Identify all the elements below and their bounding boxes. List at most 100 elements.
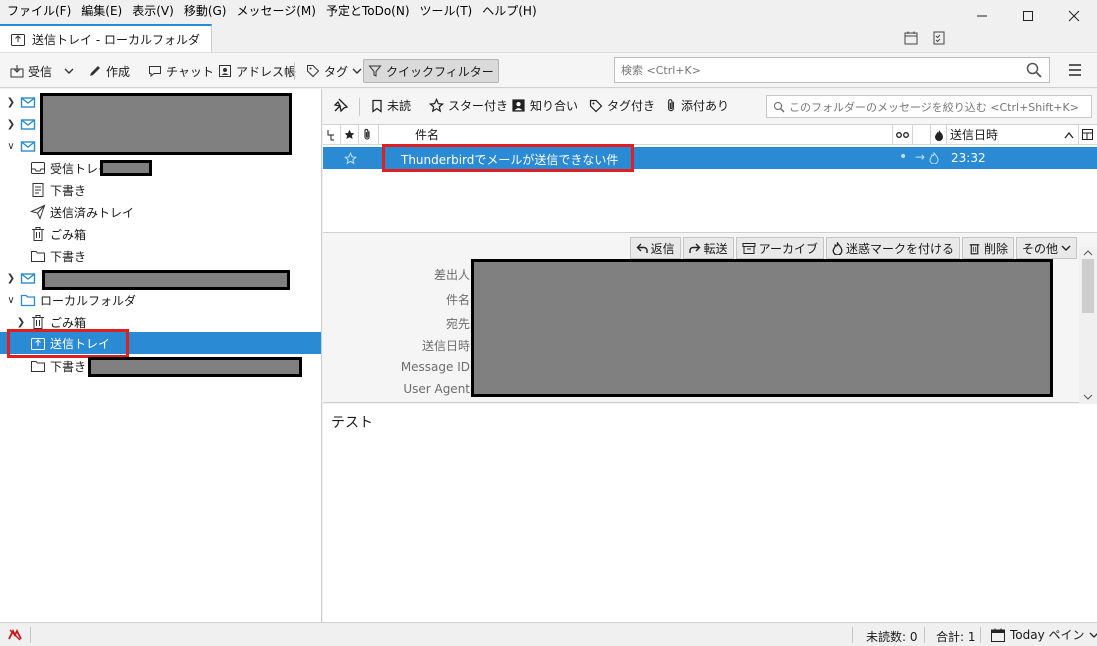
tag-label: タグ bbox=[324, 64, 349, 79]
col-attachment[interactable] bbox=[359, 124, 379, 145]
star-outline-icon[interactable] bbox=[344, 152, 357, 165]
paperclip-icon bbox=[364, 128, 370, 140]
col-star[interactable] bbox=[341, 124, 359, 145]
filter-tags-button[interactable]: タグ付き bbox=[589, 97, 655, 114]
col-read[interactable] bbox=[893, 124, 913, 145]
redaction-block bbox=[471, 259, 1053, 397]
menu-go[interactable]: 移動(G) bbox=[179, 3, 232, 19]
filter-icon bbox=[368, 65, 382, 77]
tab-extra-icons bbox=[903, 30, 947, 46]
outbox-icon bbox=[11, 34, 25, 46]
thread-icon bbox=[327, 129, 334, 140]
menu-edit[interactable]: 編集(E) bbox=[76, 3, 127, 19]
col-subject[interactable]: 件名 bbox=[379, 124, 893, 145]
contact-icon bbox=[512, 99, 525, 112]
col-thread[interactable] bbox=[323, 124, 341, 145]
filter-starred-button[interactable]: スター付き bbox=[429, 97, 508, 114]
quick-filter-button[interactable]: クイックフィルター bbox=[363, 59, 499, 83]
tab-outbox[interactable]: 送信トレイ - ローカルフォルダ bbox=[0, 24, 212, 52]
forward-icon bbox=[688, 243, 701, 253]
trash-icon bbox=[969, 243, 980, 254]
filter-attachments-button[interactable]: 添付あり bbox=[665, 97, 729, 114]
junk-button[interactable]: 迷惑マークを付ける bbox=[825, 237, 960, 259]
message-header: 返信 転送 アーカイブ 迷惑マークを付ける 削除 その他 差出人 件名 宛先 送… bbox=[323, 233, 1097, 403]
folder-local-folders[interactable]: ∨ ローカルフォルダ bbox=[0, 289, 321, 311]
flame-outline-icon[interactable] bbox=[929, 152, 939, 164]
scroll-thumb[interactable] bbox=[1082, 259, 1094, 313]
chevron-right-icon[interactable]: ❯ bbox=[6, 119, 16, 130]
flame-icon bbox=[935, 129, 943, 141]
folder-inbox[interactable]: 受信トレイ bbox=[0, 157, 321, 179]
tab-label: 送信トレイ - ローカルフォルダ bbox=[32, 32, 200, 47]
search-icon bbox=[774, 101, 785, 112]
column-picker[interactable] bbox=[1079, 125, 1097, 145]
folder-drafts-2[interactable]: 下書き bbox=[0, 245, 321, 267]
today-pane-label: Today ペイン bbox=[1010, 628, 1085, 642]
menu-tools[interactable]: ツール(T) bbox=[415, 3, 478, 19]
reply-button[interactable]: 返信 bbox=[629, 237, 681, 259]
calendar-icon[interactable] bbox=[903, 30, 919, 46]
online-status-icon[interactable] bbox=[7, 627, 23, 643]
mail-account-icon bbox=[20, 97, 36, 108]
folder-label: 送信済みトレイ bbox=[50, 205, 135, 220]
column-picker-icon bbox=[1082, 129, 1093, 140]
highlight-box bbox=[7, 329, 129, 358]
chevron-right-icon[interactable]: ❯ bbox=[6, 97, 16, 108]
app-menu-button[interactable] bbox=[1066, 61, 1084, 79]
col-junk[interactable] bbox=[931, 124, 947, 145]
bookmark-icon bbox=[372, 99, 382, 113]
menu-events-tasks[interactable]: 予定とToDo(N) bbox=[321, 3, 415, 19]
main-toolbar: 受信 作成 チャット アドレス帳 タグ クイックフィルター 検索 <Ctrl+K… bbox=[0, 52, 1097, 88]
filter-unread-button[interactable]: 未読 bbox=[371, 97, 411, 114]
filter-contacts-button[interactable]: 知り合い bbox=[511, 97, 578, 114]
archive-icon bbox=[742, 243, 756, 254]
status-separator bbox=[30, 627, 31, 643]
arrow-right-icon: → bbox=[915, 150, 926, 164]
header-scrollbar[interactable] bbox=[1079, 247, 1097, 403]
more-button[interactable]: その他 bbox=[1015, 237, 1077, 259]
folder-filter-input[interactable]: このフォルダーのメッセージを絞り込む <Ctrl+Shift+K> bbox=[766, 95, 1092, 118]
col-date-label: 送信日時 bbox=[950, 128, 999, 142]
chevron-down-icon bbox=[1061, 245, 1071, 251]
write-button[interactable]: 作成 bbox=[84, 59, 134, 83]
folder-drafts[interactable]: 下書き bbox=[0, 179, 321, 201]
total-count: 合計: 1 bbox=[936, 630, 976, 644]
menu-file[interactable]: ファイル(F) bbox=[2, 3, 76, 19]
scroll-up-icon[interactable] bbox=[1079, 247, 1097, 259]
message-body: テスト bbox=[323, 404, 1097, 622]
menu-help[interactable]: ヘルプ(H) bbox=[477, 3, 541, 19]
get-mail-button[interactable]: 受信 bbox=[6, 59, 56, 83]
unread-count: 未読数: 0 bbox=[866, 630, 918, 644]
archive-button[interactable]: アーカイブ bbox=[735, 237, 824, 259]
junk-label: 迷惑マークを付ける bbox=[845, 241, 954, 256]
sticky-filter-button[interactable] bbox=[333, 97, 349, 113]
forward-button[interactable]: 転送 bbox=[682, 237, 734, 259]
col-date[interactable]: 送信日時 bbox=[947, 124, 1079, 145]
chat-button[interactable]: チャット bbox=[144, 59, 218, 83]
tag-button[interactable]: タグ bbox=[302, 59, 366, 83]
today-pane-button[interactable]: Today ペイン bbox=[990, 626, 1097, 643]
chevron-down-icon[interactable]: ∨ bbox=[6, 141, 16, 152]
folder-sent[interactable]: 送信済みトレイ bbox=[0, 201, 321, 223]
get-mail-dropdown[interactable] bbox=[60, 59, 78, 83]
tag-icon bbox=[307, 65, 320, 78]
folder-trash[interactable]: ごみ箱 bbox=[0, 223, 321, 245]
delete-button[interactable]: 削除 bbox=[961, 237, 1014, 259]
chevron-down-icon[interactable]: ∨ bbox=[6, 295, 16, 306]
header-date-label: 送信日時 bbox=[421, 339, 470, 353]
col-correspondent[interactable] bbox=[913, 124, 931, 145]
read-dot-icon[interactable]: • bbox=[899, 149, 907, 165]
tasks-icon[interactable] bbox=[931, 30, 947, 46]
menu-message[interactable]: メッセージ(M) bbox=[231, 3, 320, 19]
menu-view[interactable]: 表示(V) bbox=[127, 3, 179, 19]
chevron-right-icon[interactable]: ❯ bbox=[16, 317, 26, 328]
local-folder-icon bbox=[20, 294, 36, 307]
minimize-icon bbox=[977, 15, 987, 17]
close-icon bbox=[1068, 10, 1080, 22]
search-icon bbox=[1026, 62, 1042, 78]
global-search-input[interactable]: 検索 <Ctrl+K> bbox=[614, 57, 1050, 83]
address-book-button[interactable]: アドレス帳 bbox=[214, 59, 300, 83]
scroll-down-icon[interactable] bbox=[1079, 391, 1097, 403]
flame-icon bbox=[832, 241, 843, 255]
chevron-right-icon[interactable]: ❯ bbox=[6, 273, 16, 284]
